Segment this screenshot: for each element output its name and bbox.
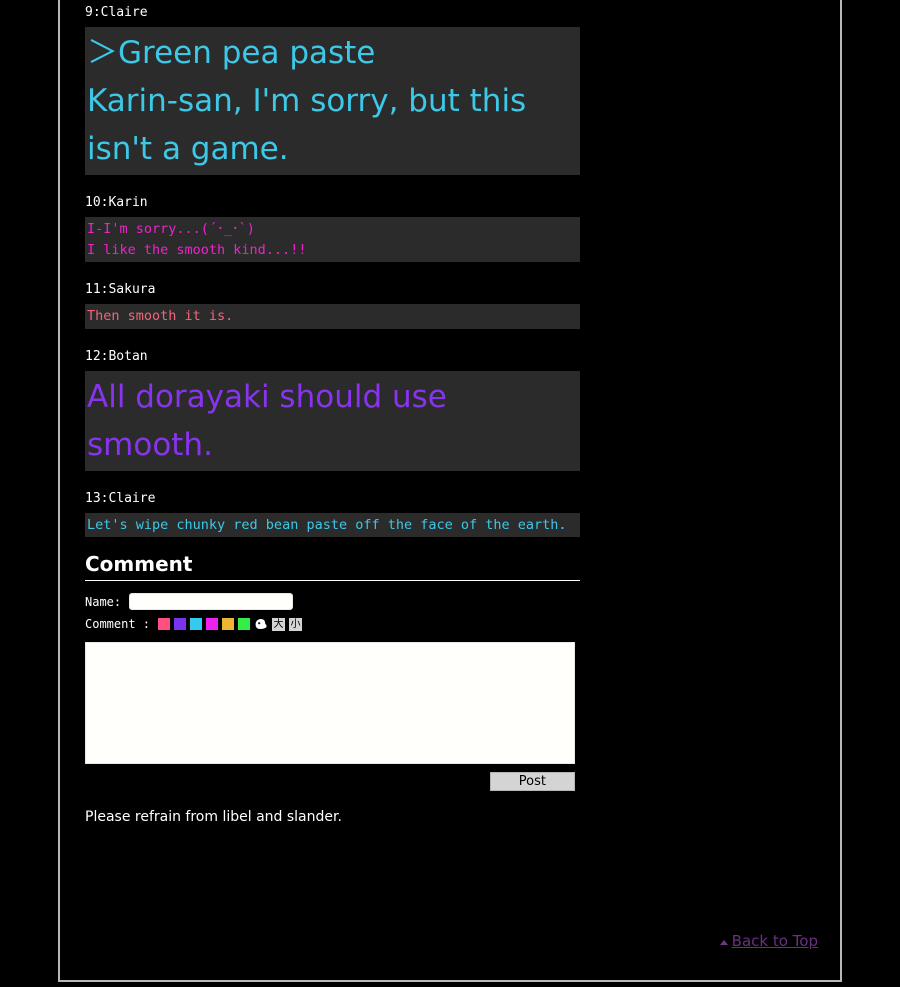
libel-notice: Please refrain from libel and slander. xyxy=(85,809,342,825)
post-header: 12:Botan xyxy=(85,348,148,364)
color-swatch-magenta[interactable] xyxy=(206,618,219,630)
text-size-large-button[interactable]: 大 xyxy=(272,617,286,631)
post-button[interactable]: Post xyxy=(489,772,575,791)
comment-toolbar-row: Comment : 大小 xyxy=(85,617,815,631)
post-line: I-I'm sorry...(´･_･`) xyxy=(87,221,255,237)
post-list: 9:Claire ＞Green pea paste Karin-san, I'm s… xyxy=(85,0,815,537)
comment-form-title: Comment xyxy=(85,552,193,576)
post-header: 10:Karin xyxy=(85,195,148,210)
post: 10:Karin I-I'm sorry...(´･_･`) I like the … xyxy=(85,190,815,262)
page-frame: 9:Claire ＞Green pea paste Karin-san, I'm s… xyxy=(58,0,842,982)
post-body: ＞Green pea paste Karin-san, I'm sorry, bu… xyxy=(85,27,580,175)
color-swatch-row: 大小 xyxy=(158,617,303,631)
comment-form-divider xyxy=(85,580,580,581)
post-header: 13:Claire xyxy=(85,490,156,506)
color-swatch-pink[interactable] xyxy=(158,618,171,630)
post: 13:Claire Let's wipe chunky red bean past… xyxy=(85,486,815,537)
name-label: Name: xyxy=(85,594,122,609)
thread-content: 9:Claire ＞Green pea paste Karin-san, I'm s… xyxy=(85,0,815,825)
comment-textarea[interactable] xyxy=(85,642,575,764)
post: 12:Botan All dorayaki should use smooth. xyxy=(85,344,815,471)
post-button-row: Post xyxy=(85,772,575,791)
comment-label: Comment : xyxy=(85,617,151,631)
color-swatch-purple[interactable] xyxy=(174,618,187,630)
post-line: ＞Green pea paste xyxy=(87,35,376,71)
post-body: All dorayaki should use smooth. xyxy=(85,370,580,471)
name-input[interactable] xyxy=(129,593,294,610)
color-swatch-orange[interactable] xyxy=(222,618,235,630)
post-body: I-I'm sorry...(´･_･`) I like the smooth k… xyxy=(85,217,580,262)
post-line: smooth. xyxy=(87,426,213,463)
post-line: All dorayaki should use xyxy=(87,378,447,415)
post-line: I like the smooth kind...!! xyxy=(87,241,307,258)
color-swatch-cyan[interactable] xyxy=(190,618,203,630)
name-field-row: Name: xyxy=(85,593,815,610)
eraser-ghost-icon[interactable] xyxy=(254,618,268,631)
comment-form: Comment Name: Comment : 大小 Post Please r… xyxy=(85,552,815,825)
post-body: Let's wipe chunky red bean paste off the… xyxy=(85,512,580,537)
post-line: isn't a game. xyxy=(87,131,289,167)
caret-up-icon xyxy=(719,939,728,945)
text-size-small-button[interactable]: 小 xyxy=(289,617,303,631)
post: 9:Claire ＞Green pea paste Karin-san, I'm s… xyxy=(85,0,815,175)
post-line: Karin-san, I'm sorry, but this xyxy=(87,83,527,119)
post-body: Then smooth it is. xyxy=(85,304,580,329)
post: 11:Sakura Then smooth it is. xyxy=(85,277,815,329)
back-to-top-row[interactable]: Back to Top xyxy=(719,932,818,950)
color-swatch-green[interactable] xyxy=(238,618,251,630)
post-header: 11:Sakura xyxy=(85,282,156,297)
post-header: 9:Claire xyxy=(85,5,148,20)
back-to-top-link[interactable]: Back to Top xyxy=(732,932,818,950)
post-line: Then smooth it is. xyxy=(87,308,234,324)
post-line: Let's wipe chunky red bean paste off the… xyxy=(87,516,567,533)
